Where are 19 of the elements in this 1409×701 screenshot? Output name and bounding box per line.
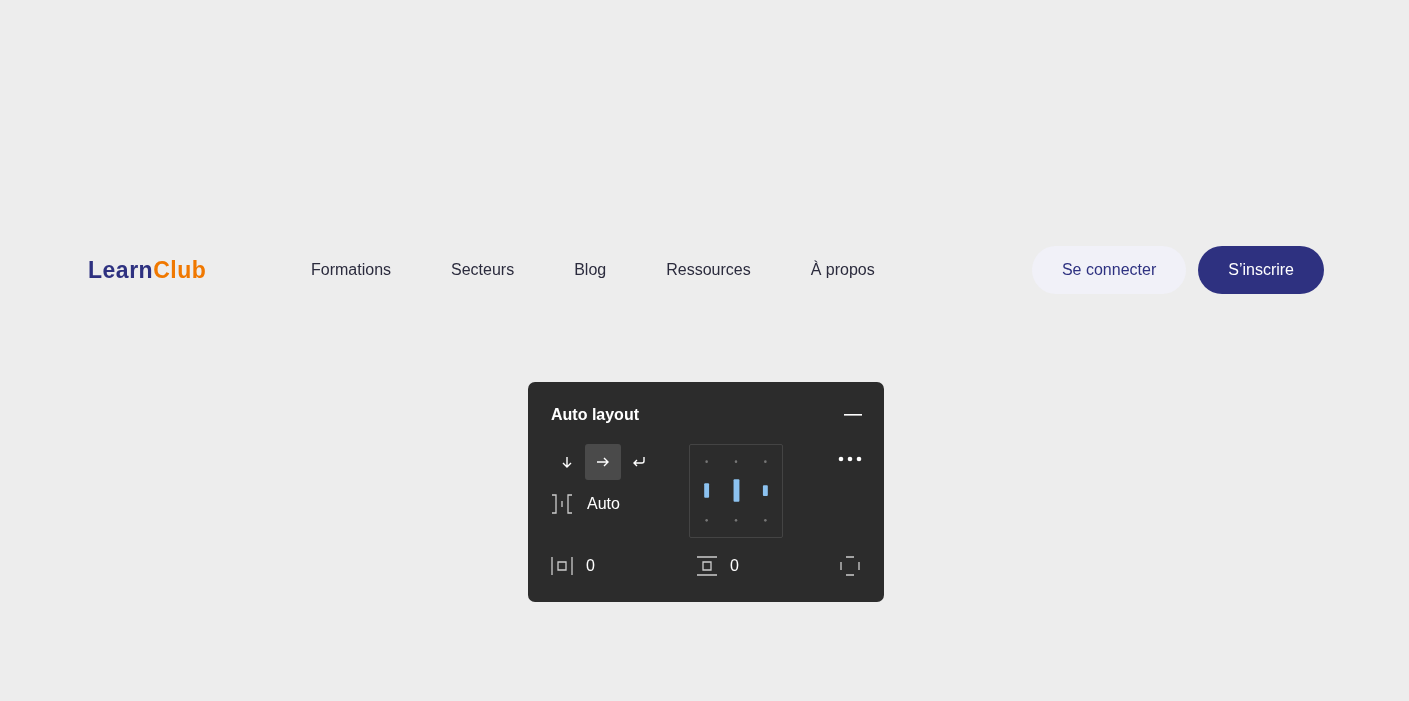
- horizontal-padding-icon: [551, 556, 573, 576]
- panel-title: Auto layout: [551, 406, 639, 424]
- nav-link[interactable]: Ressources: [666, 261, 751, 279]
- more-icon[interactable]: [838, 456, 862, 462]
- nav-link[interactable]: Formations: [311, 261, 392, 279]
- direction-button[interactable]: [585, 444, 621, 480]
- signup-button[interactable]: S’inscrire: [1198, 246, 1324, 294]
- padding-icon[interactable]: [840, 556, 860, 576]
- login-button[interactable]: Se connecter: [1031, 246, 1187, 294]
- nav-link[interactable]: Blog: [574, 261, 607, 279]
- nav-link[interactable]: À propos: [810, 261, 875, 279]
- gap-value[interactable]: Auto: [587, 495, 620, 513]
- vertical-padding-icon: [697, 556, 717, 576]
- vertical-padding-value[interactable]: 0: [730, 557, 739, 575]
- alignment-grid[interactable]: [689, 444, 783, 538]
- logo[interactable]: LearnClub: [88, 256, 311, 284]
- gap-icon: [551, 494, 573, 514]
- horizontal-padding-value[interactable]: 0: [586, 557, 595, 575]
- nav-link[interactable]: Secteurs: [451, 261, 515, 279]
